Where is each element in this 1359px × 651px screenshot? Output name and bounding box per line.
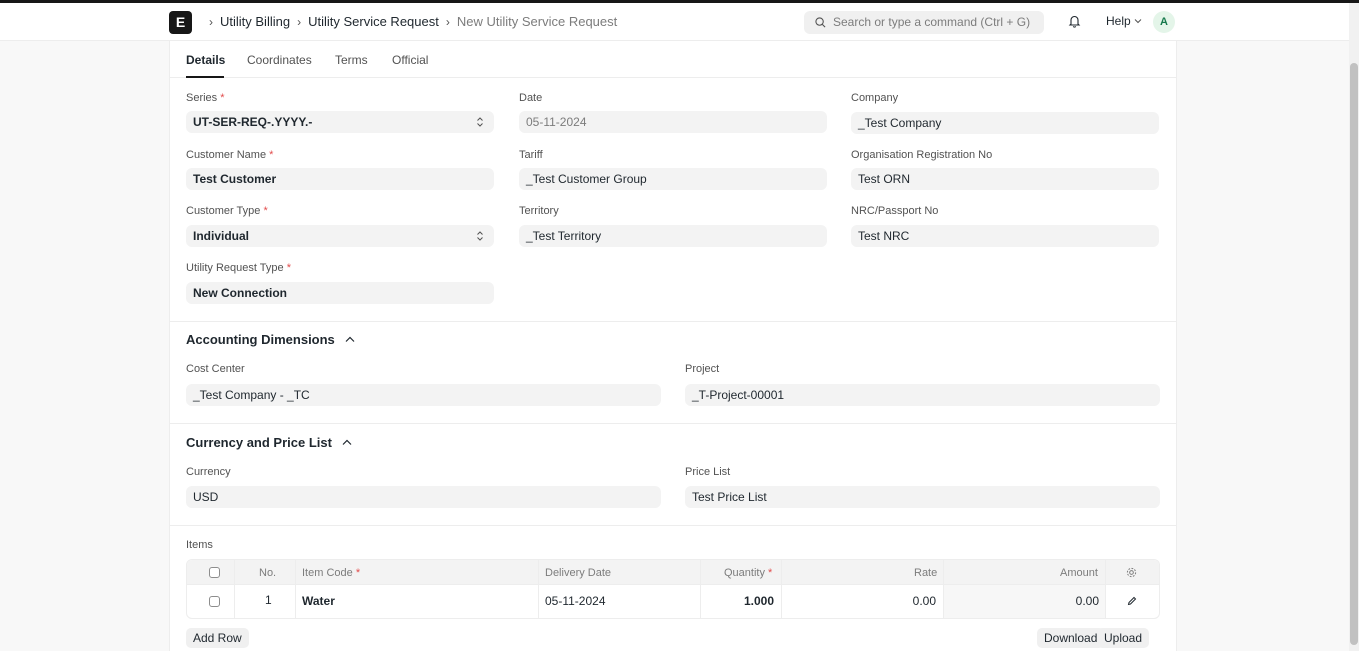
currency-section-header[interactable]: Currency and Price List bbox=[186, 435, 352, 450]
tab-coordinates[interactable]: Coordinates bbox=[247, 53, 312, 67]
select-all-checkbox[interactable] bbox=[209, 567, 220, 578]
chevron-up-icon bbox=[342, 439, 352, 445]
search-icon bbox=[815, 17, 826, 28]
nrc-passport-label: NRC/Passport No bbox=[851, 205, 939, 217]
chevron-down-icon bbox=[1134, 19, 1142, 24]
territory-field[interactable]: _Test Territory bbox=[519, 225, 827, 247]
tab-details[interactable]: Details bbox=[186, 53, 225, 67]
gear-icon[interactable] bbox=[1126, 567, 1137, 578]
series-select[interactable]: UT-SER-REQ-.YYYY.- bbox=[186, 111, 494, 133]
tariff-label: Tariff bbox=[519, 149, 543, 161]
customer-name-field[interactable]: Test Customer bbox=[186, 168, 494, 190]
chevron-right-icon: › bbox=[297, 14, 302, 29]
items-table-header: No. Item Code * Delivery Date Quantity *… bbox=[187, 560, 1159, 585]
column-divider bbox=[943, 560, 944, 618]
upload-button[interactable]: Upload bbox=[1097, 628, 1150, 648]
navbar: E › Utility Billing › Utility Service Re… bbox=[0, 3, 1349, 41]
chevron-right-icon: › bbox=[209, 14, 213, 29]
cost-center-field[interactable]: _Test Company - _TC bbox=[186, 384, 661, 406]
column-divider bbox=[234, 560, 235, 618]
column-divider bbox=[700, 560, 701, 618]
edit-icon[interactable] bbox=[1127, 596, 1137, 606]
col-delivery-date: Delivery Date bbox=[545, 567, 612, 579]
search-placeholder: Search or type a command (Ctrl + G) bbox=[833, 15, 1031, 29]
col-amount: Amount bbox=[1060, 567, 1098, 579]
chevron-up-icon bbox=[345, 336, 355, 342]
tab-official[interactable]: Official bbox=[392, 53, 428, 67]
breadcrumb-utility-billing[interactable]: Utility Billing bbox=[220, 14, 290, 29]
section-divider bbox=[170, 423, 1176, 424]
col-no: No. bbox=[259, 567, 277, 579]
project-field[interactable]: _T-Project-00001 bbox=[685, 384, 1160, 406]
notification-bell-icon[interactable] bbox=[1068, 14, 1081, 28]
row-amount: 0.00 bbox=[1075, 594, 1099, 608]
row-checkbox[interactable] bbox=[209, 596, 220, 607]
row-delivery-date[interactable]: 05-11-2024 bbox=[545, 594, 606, 608]
company-label: Company bbox=[851, 92, 899, 104]
date-label: Date bbox=[519, 92, 543, 104]
form-card: Details Coordinates Terms Official Serie… bbox=[169, 41, 1177, 651]
column-divider bbox=[538, 560, 539, 618]
chevron-right-icon: › bbox=[445, 14, 450, 29]
breadcrumb: › Utility Billing › Utility Service Requ… bbox=[202, 14, 617, 29]
table-row[interactable]: 1 Water 05-11-2024 1.000 0.00 0.00 bbox=[187, 585, 1159, 618]
scrollbar-thumb[interactable] bbox=[1350, 63, 1358, 645]
accounting-section-header[interactable]: Accounting Dimensions bbox=[186, 332, 355, 347]
territory-label: Territory bbox=[519, 205, 559, 217]
download-button[interactable]: Download bbox=[1037, 628, 1105, 648]
col-quantity: Quantity * bbox=[724, 567, 773, 579]
help-label: Help bbox=[1106, 14, 1131, 28]
row-quantity[interactable]: 1.000 bbox=[742, 594, 774, 608]
request-type-field[interactable]: New Connection bbox=[186, 282, 494, 304]
col-rate: Rate bbox=[914, 567, 938, 579]
select-arrows-icon bbox=[477, 231, 483, 241]
breadcrumb-current: New Utility Service Request bbox=[456, 14, 618, 29]
currency-label: Currency bbox=[186, 466, 231, 478]
search-input[interactable]: Search or type a command (Ctrl + G) bbox=[804, 11, 1044, 34]
customer-type-select[interactable]: Individual bbox=[186, 225, 494, 247]
avatar[interactable]: A bbox=[1153, 11, 1175, 33]
section-divider bbox=[170, 321, 1176, 322]
active-tab-indicator bbox=[186, 76, 224, 78]
help-dropdown[interactable]: Help bbox=[1106, 14, 1142, 28]
org-reg-no-field[interactable]: Test ORN bbox=[851, 168, 1159, 190]
items-label: Items bbox=[186, 539, 213, 551]
date-field[interactable]: 05-11-2024 bbox=[519, 111, 827, 133]
column-divider bbox=[295, 560, 296, 618]
accounting-section-title: Accounting Dimensions bbox=[186, 332, 335, 347]
app-logo[interactable]: E bbox=[169, 11, 192, 34]
customer-name-label: Customer Name * bbox=[186, 149, 274, 161]
price-list-label: Price List bbox=[685, 466, 731, 478]
form-tabs: Details Coordinates Terms Official bbox=[170, 41, 1176, 78]
tab-terms[interactable]: Terms bbox=[335, 53, 368, 67]
add-row-button[interactable]: Add Row bbox=[186, 628, 249, 648]
select-arrows-icon bbox=[477, 117, 483, 127]
page-scrollbar[interactable] bbox=[1349, 3, 1359, 651]
nrc-passport-field[interactable]: Test NRC bbox=[851, 225, 1159, 247]
tariff-field[interactable]: _Test Customer Group bbox=[519, 168, 827, 190]
project-label: Project bbox=[685, 363, 720, 375]
currency-field[interactable]: USD bbox=[186, 486, 661, 508]
row-rate[interactable]: 0.00 bbox=[887, 594, 936, 608]
items-table: No. Item Code * Delivery Date Quantity *… bbox=[186, 559, 1160, 619]
col-item-code: Item Code * bbox=[302, 567, 361, 579]
org-reg-no-label: Organisation Registration No bbox=[851, 149, 993, 161]
request-type-label: Utility Request Type * bbox=[186, 262, 291, 274]
breadcrumb-utility-service-request[interactable]: Utility Service Request bbox=[308, 14, 439, 29]
cost-center-label: Cost Center bbox=[186, 363, 245, 375]
section-divider bbox=[170, 525, 1176, 526]
row-no: 1 bbox=[265, 593, 272, 607]
row-item-code[interactable]: Water bbox=[302, 594, 335, 608]
customer-type-label: Customer Type * bbox=[186, 205, 268, 217]
price-list-field[interactable]: Test Price List bbox=[685, 486, 1160, 508]
currency-section-title: Currency and Price List bbox=[186, 435, 332, 450]
company-field[interactable]: _Test Company bbox=[851, 112, 1159, 134]
column-divider bbox=[781, 560, 782, 618]
column-divider bbox=[1105, 560, 1106, 618]
series-label: Series * bbox=[186, 92, 225, 104]
